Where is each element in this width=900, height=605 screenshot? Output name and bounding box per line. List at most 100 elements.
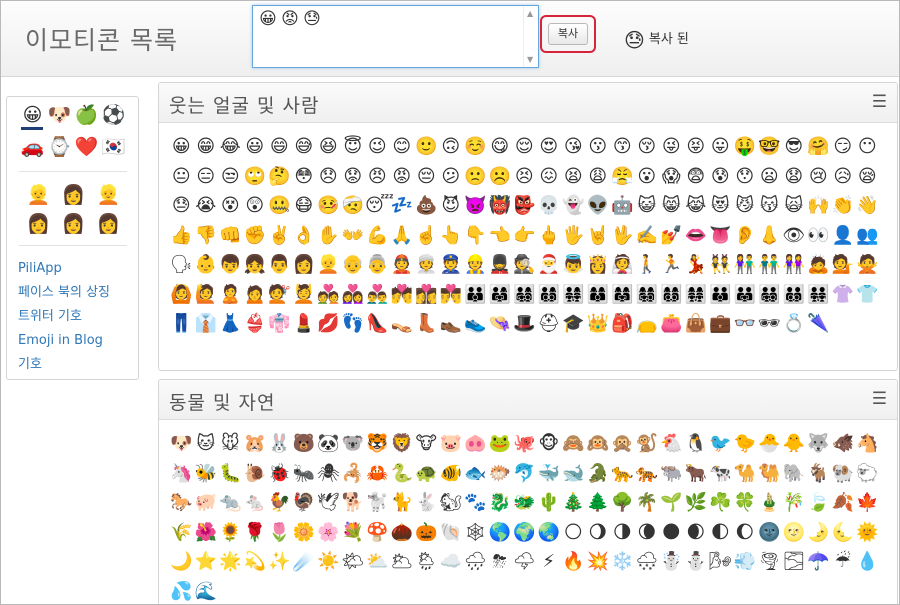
emoji-button[interactable]: 🌥	[390, 547, 415, 577]
emoji-button[interactable]: 🐫	[757, 459, 782, 489]
emoji-button[interactable]: 😐	[169, 162, 194, 192]
emoji-button[interactable]: 🐪	[733, 459, 758, 489]
emoji-button[interactable]: 😌	[512, 132, 537, 162]
emoji-button[interactable]: 🐋	[561, 459, 586, 489]
emoji-button[interactable]: 👗	[218, 309, 243, 339]
emoji-button[interactable]: 😭	[194, 191, 219, 221]
emoji-button[interactable]: 👯	[708, 250, 733, 280]
emoji-button[interactable]: 🌍	[512, 518, 537, 548]
emoji-button[interactable]: 🎅	[537, 250, 562, 280]
emoji-button[interactable]: 😦	[757, 162, 782, 192]
emoji-button[interactable]: 🐱	[194, 429, 219, 459]
emoji-button[interactable]: 💑	[316, 280, 341, 310]
emoji-button[interactable]: 😔	[414, 162, 439, 192]
emoji-button[interactable]: 😜	[659, 132, 684, 162]
emoji-button[interactable]: 🐝	[194, 459, 219, 489]
emoji-button[interactable]: 🙄	[243, 162, 268, 192]
emoji-button[interactable]: 😉	[365, 132, 390, 162]
emoji-button[interactable]: 🙃	[439, 132, 464, 162]
sidebar-link[interactable]: 페이스 북의 상징	[18, 283, 110, 307]
emoji-button[interactable]: 💂	[488, 250, 513, 280]
emoji-button[interactable]: 🐂	[684, 459, 709, 489]
emoji-button[interactable]: 👩‍❤️‍👩	[341, 280, 366, 310]
emoji-button[interactable]: 💪	[365, 221, 390, 251]
emoji-button[interactable]: 👩‍👩‍👧‍👦	[635, 280, 660, 310]
emoji-button[interactable]: 👞	[439, 309, 464, 339]
emoji-button[interactable]: 👨‍👨‍👧	[733, 280, 758, 310]
emoji-button[interactable]: 🤖	[610, 191, 635, 221]
emoji-button[interactable]: 🌰	[390, 518, 415, 548]
emoji-button[interactable]: 👳	[414, 250, 439, 280]
emoji-button[interactable]: 🐒	[635, 429, 660, 459]
emoji-button[interactable]: 🐣	[757, 429, 782, 459]
emoji-button[interactable]: 🐩	[365, 488, 390, 518]
emoji-button[interactable]: 👈	[488, 221, 513, 251]
emoji-button[interactable]: 🌩	[512, 547, 537, 577]
emoji-button[interactable]: 😲	[243, 191, 268, 221]
emoji-button[interactable]: 👨‍👩‍👦‍👦	[537, 280, 562, 310]
emoji-button[interactable]: 👡	[390, 309, 415, 339]
emoji-button[interactable]: 🍀	[733, 488, 758, 518]
emoji-button[interactable]: 🎓	[561, 309, 586, 339]
emoji-button[interactable]: ⛈	[488, 547, 513, 577]
category-tab-icon[interactable]: 🚗	[19, 135, 46, 158]
emoji-button[interactable]: 🌧	[463, 547, 488, 577]
emoji-button[interactable]: 🤒	[316, 191, 341, 221]
emoji-button[interactable]: 💄	[292, 309, 317, 339]
emoji-button[interactable]: 👕	[855, 280, 880, 310]
emoji-button[interactable]: 👨‍👨‍👧‍👧	[806, 280, 831, 310]
emoji-button[interactable]: 😟	[341, 162, 366, 192]
emoji-button[interactable]: 🐬	[512, 459, 537, 489]
emoji-button[interactable]: 👲	[390, 250, 415, 280]
emoji-button[interactable]: ☂️	[806, 547, 831, 577]
scroll-down-arrow-icon[interactable]: ▼	[527, 55, 533, 64]
emoji-button[interactable]: 🐾	[463, 488, 488, 518]
emoji-button[interactable]: 😮	[635, 162, 660, 192]
emoji-button[interactable]: 👫	[733, 250, 758, 280]
emoji-button[interactable]: 👷	[463, 250, 488, 280]
emoji-button[interactable]: 🐗	[831, 429, 856, 459]
emoji-button[interactable]: 🌿	[684, 488, 709, 518]
emoji-button[interactable]: 🦄	[169, 459, 194, 489]
emoji-button[interactable]: 👨‍👨‍👦	[708, 280, 733, 310]
emoji-button[interactable]: 🎃	[414, 518, 439, 548]
emoji-button[interactable]: 😍	[537, 132, 562, 162]
emoji-button[interactable]: 🌫	[782, 547, 807, 577]
emoji-button[interactable]: 😽	[757, 191, 782, 221]
emoji-button[interactable]: 🌎	[488, 518, 513, 548]
emoji-button[interactable]: 👱	[316, 250, 341, 280]
emoji-button[interactable]: 🐆	[610, 459, 635, 489]
emoji-button[interactable]: 🐨	[341, 429, 366, 459]
emoji-button[interactable]: 🐺	[806, 429, 831, 459]
emoji-button[interactable]: ⚡	[537, 547, 562, 577]
category-tab-icon[interactable]: 🍏	[73, 103, 100, 126]
emoji-button[interactable]: 😝	[684, 132, 709, 162]
emoji-button[interactable]: 😣	[512, 162, 537, 192]
emoji-button[interactable]: 🐤	[733, 429, 758, 459]
emoji-button[interactable]: 🌊	[194, 577, 219, 605]
emoji-button[interactable]: 🐼	[316, 429, 341, 459]
category-tab-icon[interactable]: 🐶	[46, 103, 73, 126]
category-tab-icon[interactable]: 🇰🇷	[100, 135, 127, 158]
emoji-button[interactable]: 🌤	[341, 547, 366, 577]
emoji-button[interactable]: 👦	[218, 250, 243, 280]
emoji-button[interactable]: 🐔	[659, 429, 684, 459]
emoji-button[interactable]: 👂	[733, 221, 758, 251]
emoji-button[interactable]: 😨	[684, 162, 709, 192]
emoji-button[interactable]: 😥	[831, 162, 856, 192]
emoji-button[interactable]: 🌬	[708, 547, 733, 577]
emoji-button[interactable]: 👨‍❤️‍💋‍👨	[439, 280, 464, 310]
emoji-button[interactable]: ⛄	[684, 547, 709, 577]
emoji-button[interactable]: 🖐	[561, 221, 586, 251]
emoji-button[interactable]: 👵	[365, 250, 390, 280]
emoji-button[interactable]: 😹	[684, 191, 709, 221]
emoji-button[interactable]: 😕	[439, 162, 464, 192]
emoji-button[interactable]: 🌛	[806, 518, 831, 548]
emoji-button[interactable]: 💆	[292, 280, 317, 310]
emoji-button[interactable]: 🌻	[218, 518, 243, 548]
emoji-button[interactable]: 🌜	[831, 518, 856, 548]
emoji-button[interactable]: 😪	[855, 162, 880, 192]
emoji-button[interactable]: 🌓	[708, 518, 733, 548]
emoji-button[interactable]: 🐦	[708, 429, 733, 459]
emoji-button[interactable]: ☝️	[414, 221, 439, 251]
